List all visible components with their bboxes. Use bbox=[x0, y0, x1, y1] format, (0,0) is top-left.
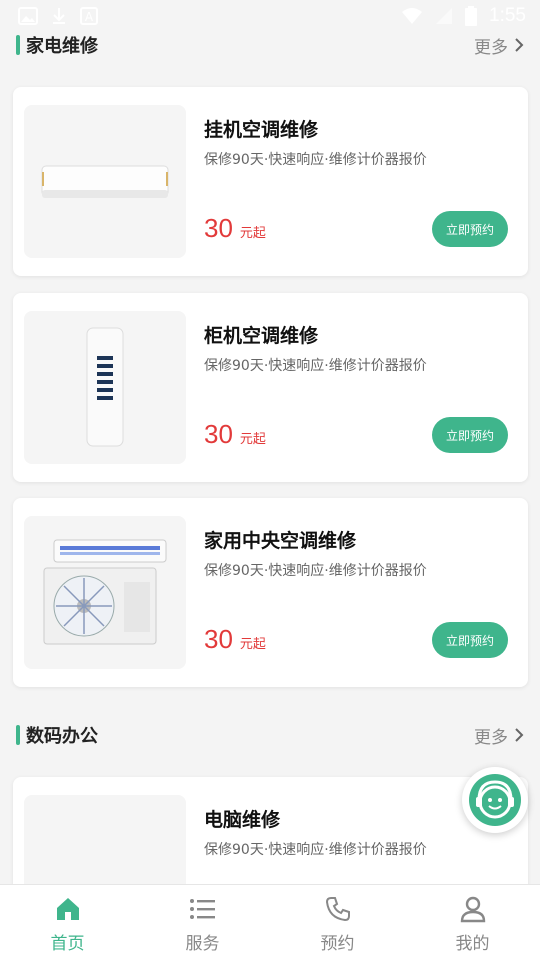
more-label: 更多 bbox=[474, 37, 508, 58]
list-icon bbox=[189, 899, 215, 919]
service-title: 电脑维修 bbox=[204, 809, 281, 831]
service-title: 柜机空调维修 bbox=[204, 325, 319, 347]
tab-label: 我的 bbox=[455, 934, 490, 954]
tab-label: 预约 bbox=[320, 934, 355, 954]
book-now-button[interactable]: 立即预约 bbox=[432, 417, 508, 453]
price-value: 30 bbox=[204, 213, 233, 243]
section-title: 家电维修 bbox=[26, 36, 98, 57]
service-title: 挂机空调维修 bbox=[204, 119, 319, 141]
status-time: 1:55 bbox=[489, 5, 526, 26]
more-link-appliance[interactable]: 更多 bbox=[474, 33, 524, 58]
phone-icon bbox=[325, 897, 350, 922]
section-accent-bar bbox=[16, 35, 20, 55]
price-unit: 元起 bbox=[239, 637, 266, 652]
tab-label: 服务 bbox=[185, 934, 220, 954]
price-value: 30 bbox=[204, 419, 233, 449]
service-image-central-ac bbox=[24, 516, 186, 669]
download-icon bbox=[53, 8, 65, 24]
bottom-tab-bar: 首页 服务 预约 我的 bbox=[0, 884, 540, 960]
tab-booking[interactable]: 预约 bbox=[270, 885, 405, 960]
tab-home[interactable]: 首页 bbox=[0, 885, 135, 960]
chevron-right-icon bbox=[515, 728, 524, 742]
book-now-button[interactable]: 立即预约 bbox=[432, 211, 508, 247]
status-bar: A 1:55 bbox=[0, 0, 540, 32]
price-value: 30 bbox=[204, 624, 233, 654]
section-accent-bar bbox=[16, 725, 20, 745]
service-card[interactable]: 挂机空调维修 保修90天·快速响应·维修计价器报价 30 元起 立即预约 bbox=[13, 87, 528, 276]
book-now-button[interactable]: 立即预约 bbox=[432, 622, 508, 658]
home-icon bbox=[56, 898, 79, 920]
section-header-appliance: 家电维修 更多 bbox=[0, 29, 540, 61]
customer-service-button[interactable] bbox=[462, 767, 528, 833]
service-price: 30 元起 bbox=[204, 213, 266, 244]
service-desc: 保修90天·快速响应·维修计价器报价 bbox=[204, 842, 427, 858]
tab-label: 首页 bbox=[50, 934, 85, 954]
service-card[interactable]: 家用中央空调维修 保修90天·快速响应·维修计价器报价 30 元起 立即预约 bbox=[13, 498, 528, 687]
more-link-digital[interactable]: 更多 bbox=[474, 723, 524, 748]
chevron-right-icon bbox=[515, 38, 524, 52]
service-price: 30 元起 bbox=[204, 419, 266, 450]
battery-icon bbox=[465, 6, 478, 26]
image-icon bbox=[18, 7, 38, 25]
service-desc: 保修90天·快速响应·维修计价器报价 bbox=[204, 358, 427, 374]
wifi-icon bbox=[402, 8, 423, 24]
service-price: 30 元起 bbox=[204, 624, 266, 655]
service-card[interactable]: 柜机空调维修 保修90天·快速响应·维修计价器报价 30 元起 立即预约 bbox=[13, 293, 528, 482]
price-unit: 元起 bbox=[239, 226, 266, 241]
svg-text:A: A bbox=[85, 10, 94, 24]
more-label: 更多 bbox=[474, 727, 508, 748]
tab-mine[interactable]: 我的 bbox=[405, 885, 540, 960]
section-header-digital: 数码办公 更多 bbox=[0, 719, 540, 751]
service-title: 家用中央空调维修 bbox=[204, 530, 357, 552]
alert-icon: A bbox=[80, 7, 98, 25]
service-image-floor-ac bbox=[24, 311, 186, 464]
price-unit: 元起 bbox=[239, 432, 266, 447]
user-icon bbox=[460, 896, 485, 923]
tab-services[interactable]: 服务 bbox=[135, 885, 270, 960]
signal-icon bbox=[436, 8, 453, 24]
service-image-wall-ac bbox=[24, 105, 186, 258]
section-title: 数码办公 bbox=[26, 726, 98, 747]
service-desc: 保修90天·快速响应·维修计价器报价 bbox=[204, 152, 427, 168]
customer-service-icon bbox=[469, 774, 521, 826]
service-desc: 保修90天·快速响应·维修计价器报价 bbox=[204, 563, 427, 579]
